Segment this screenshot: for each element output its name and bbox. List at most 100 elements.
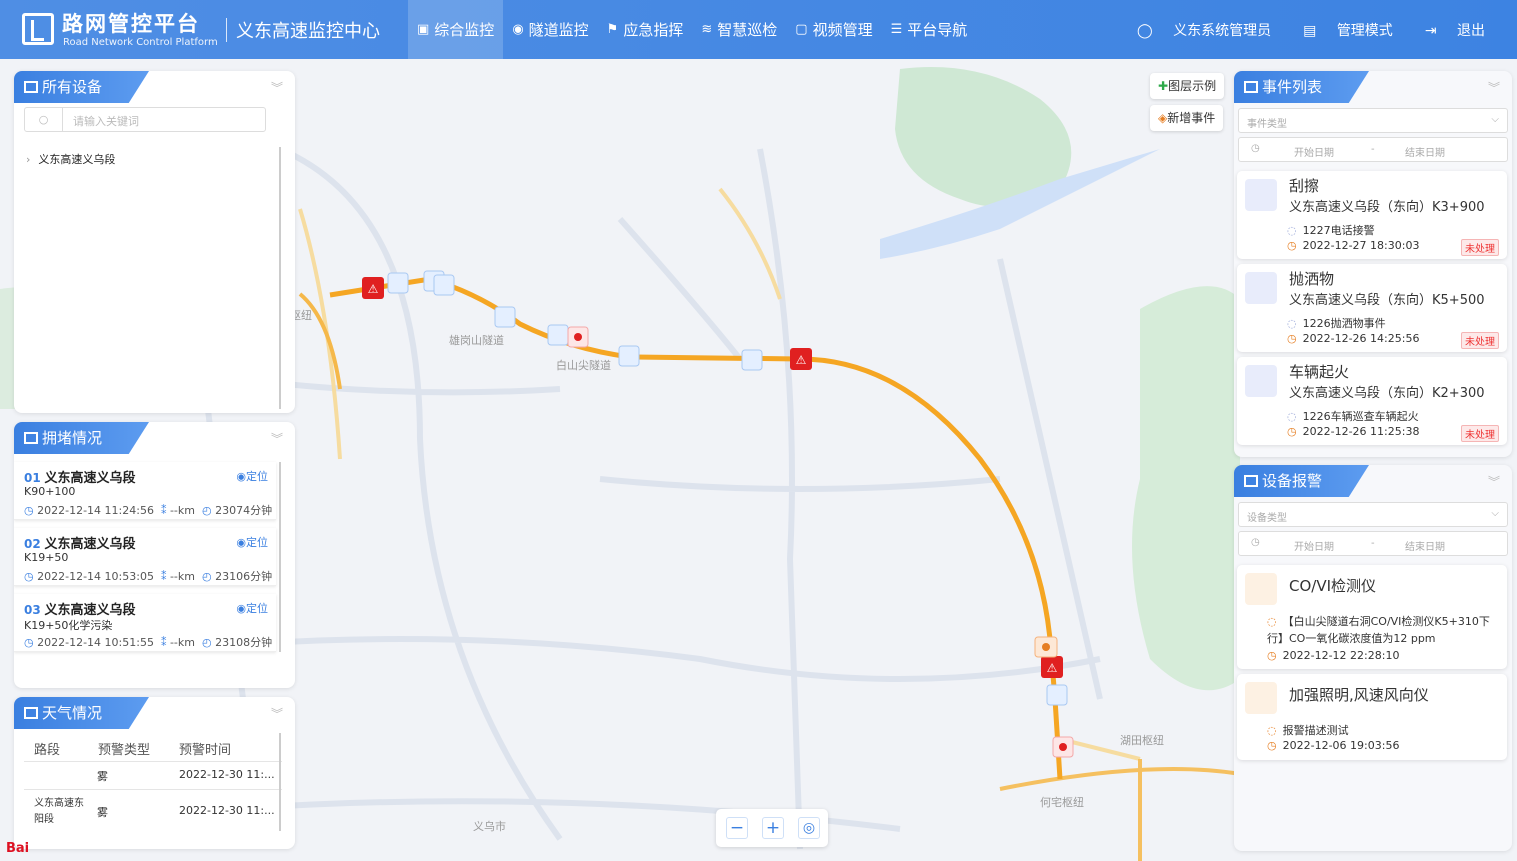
congestion-item[interactable]: 01 义东高速义乌段 ◉定位 K90+100 ◷ 2022-12-14 11:2…: [14, 462, 276, 520]
camera-device-marker[interactable]: [618, 345, 640, 367]
nav-item-comprehensive-monitor[interactable]: ▣ 综合监控: [408, 0, 504, 59]
camera-device-marker[interactable]: [433, 274, 455, 296]
chevron-down-icon: ⌵: [1491, 114, 1499, 125]
weather-panel-title: 天气情况: [14, 697, 149, 729]
nav-item-emergency-command[interactable]: ⚑ 应急指挥: [598, 0, 693, 59]
device-search-input[interactable]: ○ 请输入关键词: [24, 107, 266, 132]
accident-marker[interactable]: [1034, 636, 1058, 658]
event-location: 义东高速义乌段（东向）K2+300: [1289, 386, 1485, 401]
event-card[interactable]: 刮擦 义东高速义乌段（东向）K3+900 ◌ 1227电话接警 ◷ 2022-12-…: [1237, 171, 1507, 259]
event-location: 义东高速义乌段（东向）K3+900: [1289, 200, 1485, 215]
event-desc: 1227电话接警: [1302, 224, 1375, 237]
camera-device-marker[interactable]: [494, 306, 516, 328]
event-title: 抛洒物: [1289, 270, 1335, 288]
congestion-item[interactable]: 02 义东高速义乌段 ◉定位 K19+50 ◷ 2022-12-14 10:53…: [14, 528, 276, 586]
alert-marker[interactable]: ⚠: [790, 348, 812, 370]
device-tree-root[interactable]: › 义东高速义乌段: [26, 151, 115, 167]
flag-icon: ⚑: [606, 22, 619, 37]
congestion-position: K90+100: [24, 485, 76, 498]
nav-item-platform-navigation[interactable]: ☰ 平台导航: [882, 0, 977, 59]
chevron-down-icon[interactable]: ︾: [271, 79, 283, 96]
top-navigation-bar: 路网管控平台 Road Network Control Platform 义东高…: [0, 0, 1517, 59]
event-time: 2022-12-27 18:30:03: [1302, 239, 1420, 252]
locate-me-button[interactable]: ◎: [798, 817, 820, 839]
event-card[interactable]: 抛洒物 义东高速义乌段（东向）K5+500 ◌ 1226抛洒物事件 ◷ 2022-1…: [1237, 264, 1507, 352]
camera-device-marker[interactable]: [547, 324, 569, 346]
alarm-time: 2022-12-06 19:03:56: [1282, 739, 1400, 752]
alarm-date-range[interactable]: ◷ 开始日期 - 结束日期: [1238, 531, 1508, 556]
traffic-light-marker[interactable]: [1052, 736, 1074, 758]
nav-item-smart-inspection[interactable]: ≋ 智慧巡检: [692, 0, 786, 59]
nav-item-video-management[interactable]: ▢ 视频管理: [786, 0, 881, 59]
clock-icon: ◷: [1251, 143, 1260, 154]
camera-device-marker[interactable]: [1046, 684, 1068, 706]
start-date-placeholder: 开始日期: [1294, 148, 1334, 159]
user-icon: ◯: [1137, 22, 1158, 39]
clock-icon: ◷: [1267, 649, 1277, 662]
traffic-light-marker[interactable]: [567, 326, 589, 348]
add-event-button[interactable]: ◈新增事件: [1150, 105, 1224, 131]
event-date-range[interactable]: ◷ 开始日期 - 结束日期: [1238, 137, 1508, 162]
camera-device-marker[interactable]: [387, 272, 409, 294]
column-header-road: 路段: [34, 743, 61, 758]
secondary-highway: [999, 759, 1241, 861]
scrollbar[interactable]: [279, 147, 281, 409]
scrollbar[interactable]: [279, 462, 281, 652]
chevron-down-icon[interactable]: ︾: [271, 430, 283, 447]
nav-label: 综合监控: [434, 21, 495, 39]
user-menu[interactable]: ◯ 义东系统管理员: [1137, 20, 1287, 40]
alert-marker[interactable]: ⚠: [1041, 656, 1063, 678]
chevron-down-icon[interactable]: ︾: [271, 705, 283, 722]
user-name: 义东系统管理员: [1173, 22, 1272, 39]
zoom-out-button[interactable]: −: [726, 817, 748, 839]
car-crash-icon: [1245, 179, 1277, 211]
list-icon: [24, 81, 38, 93]
chevron-down-icon[interactable]: ︾: [1488, 79, 1500, 96]
manage-mode-button[interactable]: ▤ 管理模式: [1303, 20, 1409, 40]
congestion-duration: 23108分钟: [215, 636, 273, 649]
status-badge: 未处理: [1461, 425, 1499, 442]
table-row[interactable]: 义东高速东阳段 雾 2022-12-30 11:...: [24, 789, 282, 831]
table-row[interactable]: 雾 2022-12-30 11:...: [24, 761, 282, 789]
locate-button[interactable]: ◉定位: [236, 534, 268, 550]
event-type-select[interactable]: 事件类型 ⌵: [1238, 108, 1508, 133]
svg-text:⚠: ⚠: [1047, 661, 1058, 675]
camera-device-marker[interactable]: [741, 349, 763, 371]
alarm-card[interactable]: CO/VI检测仪 ◌ 【白山尖隧道右洞CO/VI检测仪K5+310下行】CO一氧化…: [1237, 565, 1507, 669]
event-card[interactable]: 车辆起火 义东高速义乌段（东向）K2+300 ◌ 1226车辆巡查车辆起火 ◷ 20…: [1237, 357, 1507, 445]
map-canvas[interactable]: ⚠ ⚠ ⚠ 雄岗山隧道 白山尖隧道 湖田枢纽 何宅枢纽 义乌市 苏溪枢纽 所有设…: [0, 59, 1517, 861]
device-type-select[interactable]: 设备类型 ⌵: [1238, 502, 1508, 527]
zoom-in-button[interactable]: +: [762, 817, 784, 839]
alarm-desc: 报警描述测试: [1282, 724, 1349, 737]
congestion-item[interactable]: 03 义东高速义乌段 ◉定位 K19+50化学污染 ◷ 2022-12-14 1…: [14, 594, 276, 652]
video-icon: ▢: [795, 22, 808, 37]
cell-time: 2022-12-30 11:...: [179, 804, 275, 817]
event-desc: 1226抛洒物事件: [1302, 317, 1386, 330]
alert-marker[interactable]: ⚠: [362, 277, 384, 299]
locate-button[interactable]: ◉定位: [236, 468, 268, 484]
congestion-km: --km: [169, 570, 195, 583]
weather-panel: 天气情况 ︾ 路段 预警类型 预警时间 雾 2022-12-30 11:... …: [14, 697, 295, 849]
monitor-icon: ▣: [417, 22, 430, 37]
chevron-down-icon[interactable]: ︾: [1488, 473, 1500, 490]
debris-icon: [1245, 272, 1277, 304]
layer-legend-button[interactable]: ✚图层示例: [1150, 73, 1225, 99]
scrollbar[interactable]: [279, 733, 281, 831]
event-location: 义东高速义乌段（东向）K5+500: [1289, 293, 1485, 308]
nav-label: 智慧巡检: [717, 21, 778, 39]
message-icon: ◌: [1267, 724, 1277, 737]
zoom-control: − + ◎: [716, 809, 828, 847]
logout-button[interactable]: ⇥ 退出: [1425, 20, 1501, 40]
locate-button[interactable]: ◉定位: [236, 600, 268, 616]
duration-icon: ◴: [201, 504, 212, 517]
alarm-card[interactable]: 加强照明,风速风向仪 ◌ 报警描述测试 ◷ 2022-12-06 19:03:56: [1237, 674, 1507, 760]
start-date-placeholder: 开始日期: [1294, 542, 1334, 553]
calendar-icon: [1244, 81, 1258, 93]
nav-item-tunnel-monitor[interactable]: ◉ 隧道监控: [503, 0, 597, 59]
congestion-km: --km: [169, 504, 195, 517]
add-event-label: 新增事件: [1167, 111, 1216, 125]
alarm-title: 加强照明,风速风向仪: [1289, 686, 1429, 704]
message-icon: ◌: [1287, 224, 1297, 237]
locate-label: 定位: [246, 536, 268, 549]
list-icon: ☰: [890, 22, 903, 37]
